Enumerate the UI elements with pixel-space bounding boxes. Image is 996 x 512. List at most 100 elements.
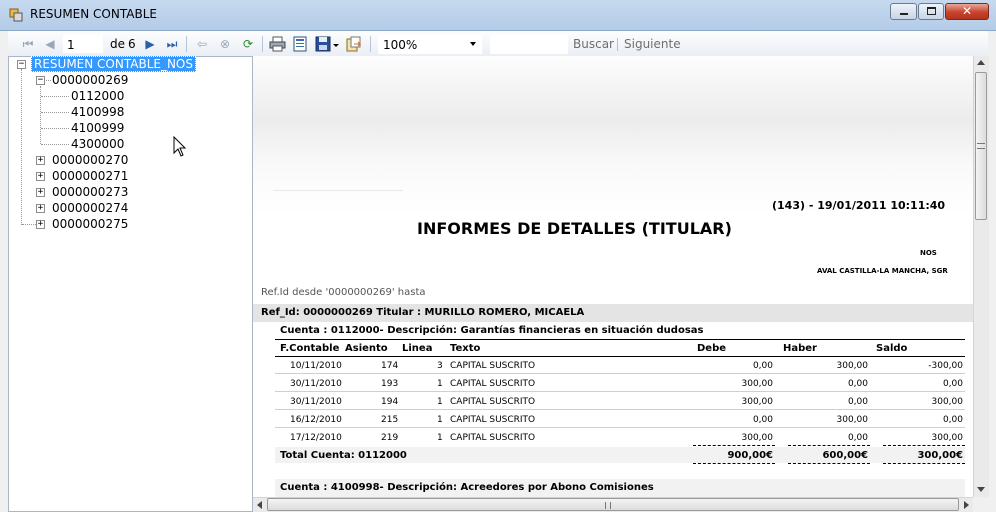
tree-root-label: RESUMEN CONTABLE_NOS: [31, 56, 196, 72]
scroll-down-icon[interactable]: [977, 487, 985, 492]
cell-debe: 300,00: [741, 379, 774, 389]
cell-asiento: 215: [381, 415, 399, 425]
cell-texto: CAPITAL SUSCRITO: [450, 433, 536, 443]
tree-line: [22, 224, 36, 225]
account-heading: Cuenta : 4100998- Descripción: Acreedore…: [280, 482, 654, 493]
cell-texto: CAPITAL SUSCRITO: [450, 361, 536, 371]
tree-node[interactable]: 0000000269: [52, 72, 128, 88]
cell-texto: CAPITAL SUSCRITO: [450, 415, 536, 425]
tree-node[interactable]: 0000000273: [52, 184, 128, 200]
horizontal-scroll-thumb[interactable]: [267, 498, 959, 511]
export-icon[interactable]: [345, 36, 362, 52]
report-company: NOS: [920, 249, 937, 257]
col-header-saldo: Saldo: [876, 343, 908, 354]
save-icon[interactable]: [315, 36, 331, 52]
collapse-icon[interactable]: −: [36, 76, 45, 85]
minimize-icon: [900, 13, 908, 15]
cell-haber: 300,00: [836, 415, 869, 425]
stop-icon[interactable]: ⊗: [217, 36, 233, 52]
col-header-fecha: F.Contable: [280, 343, 340, 354]
cell-linea: 3: [437, 361, 443, 371]
cell-saldo: 0,00: [942, 379, 963, 389]
cell-asiento: 174: [381, 361, 399, 371]
tree-node[interactable]: 0000000271: [52, 168, 128, 184]
zoom-select[interactable]: 100%: [378, 35, 482, 54]
expand-icon[interactable]: +: [36, 188, 45, 197]
cell-fecha: 30/11/2010: [290, 379, 342, 389]
cell-asiento: 193: [381, 379, 399, 389]
prev-page-icon[interactable]: ◀: [42, 36, 58, 52]
search-input[interactable]: [490, 35, 568, 54]
cell-linea: 1: [437, 433, 443, 443]
tree-leaf[interactable]: 4100999: [71, 120, 124, 136]
refresh-icon[interactable]: ⟳: [240, 36, 256, 52]
report-page: (143) - 19/01/2011 10:11:40 INFORMES DE …: [253, 56, 973, 497]
tree-root[interactable]: RESUMEN CONTABLE_NOS: [31, 56, 196, 72]
expand-icon[interactable]: +: [36, 156, 45, 165]
divider: [788, 445, 870, 446]
total-debe: 900,00€: [727, 450, 773, 461]
divider: [275, 339, 965, 340]
document-map-tree: [8, 56, 253, 512]
report-filter: Ref.Id desde '0000000269' hasta: [261, 287, 426, 298]
tree-node[interactable]: 0000000270: [52, 152, 128, 168]
cell-haber: 0,00: [847, 379, 868, 389]
scroll-left-icon[interactable]: [257, 501, 262, 509]
search-button[interactable]: Buscar: [573, 37, 614, 51]
tree-node[interactable]: 0000000274: [52, 200, 128, 216]
minimize-button[interactable]: [890, 3, 917, 20]
cell-debe: 0,00: [752, 415, 773, 425]
col-header-haber: Haber: [783, 343, 817, 354]
grip-icon: [977, 143, 985, 149]
divider: [693, 463, 775, 464]
cell-fecha: 17/12/2010: [290, 433, 342, 443]
scroll-up-icon[interactable]: [977, 60, 985, 65]
find-next-button[interactable]: Siguiente: [624, 37, 681, 51]
cell-texto: CAPITAL SUSCRITO: [450, 397, 536, 407]
total-haber: 600,00€: [822, 450, 868, 461]
search-separator: [617, 38, 618, 51]
save-dropdown-icon[interactable]: [333, 44, 339, 47]
tree-line: [21, 69, 22, 225]
col-header-linea: Linea: [402, 343, 433, 354]
tree-leaf[interactable]: 4300000: [71, 136, 124, 152]
app-icon: [9, 8, 23, 22]
expand-icon[interactable]: +: [36, 204, 45, 213]
divider: [883, 445, 965, 446]
expand-icon[interactable]: +: [36, 172, 45, 181]
cell-asiento: 219: [381, 433, 399, 443]
report-heading: INFORMES DE DETALLES (TITULAR): [417, 219, 732, 238]
tree-leaf[interactable]: 0112000: [71, 88, 124, 104]
cell-linea: 1: [437, 379, 443, 389]
tree-leaf[interactable]: 4100998: [71, 104, 124, 120]
print-icon[interactable]: [269, 36, 286, 52]
divider: [693, 445, 775, 446]
page-layout-icon[interactable]: [292, 36, 308, 52]
page-number-input[interactable]: 1: [63, 35, 103, 53]
next-page-icon[interactable]: ▶: [142, 36, 158, 52]
col-header-asiento: Asiento: [345, 343, 388, 354]
divider: [883, 463, 965, 464]
scroll-right-icon[interactable]: [964, 501, 969, 509]
col-header-texto: Texto: [450, 343, 481, 354]
row-divider: [275, 427, 965, 428]
col-header-debe: Debe: [697, 343, 727, 354]
tree-line: [41, 96, 69, 97]
report-header-band: [253, 56, 973, 216]
total-pages: 6: [128, 37, 136, 51]
maximize-button[interactable]: [918, 3, 944, 20]
row-divider: [275, 391, 965, 392]
cell-saldo: 0,00: [942, 415, 963, 425]
close-button[interactable]: ✕: [945, 3, 989, 20]
collapse-icon[interactable]: −: [17, 60, 26, 69]
expand-icon[interactable]: +: [36, 220, 45, 229]
cell-fecha: 16/12/2010: [290, 415, 342, 425]
cell-linea: 1: [437, 415, 443, 425]
tree-node[interactable]: 0000000275: [52, 216, 128, 232]
first-page-icon[interactable]: ⏮: [20, 36, 36, 52]
report-organization: AVAL CASTILLA-LA MANCHA, SGR: [817, 267, 948, 275]
back-icon[interactable]: ⇦: [194, 36, 210, 52]
chevron-down-icon[interactable]: [470, 42, 476, 46]
last-page-icon[interactable]: ⏭: [164, 36, 180, 52]
close-icon: ✕: [962, 4, 973, 18]
